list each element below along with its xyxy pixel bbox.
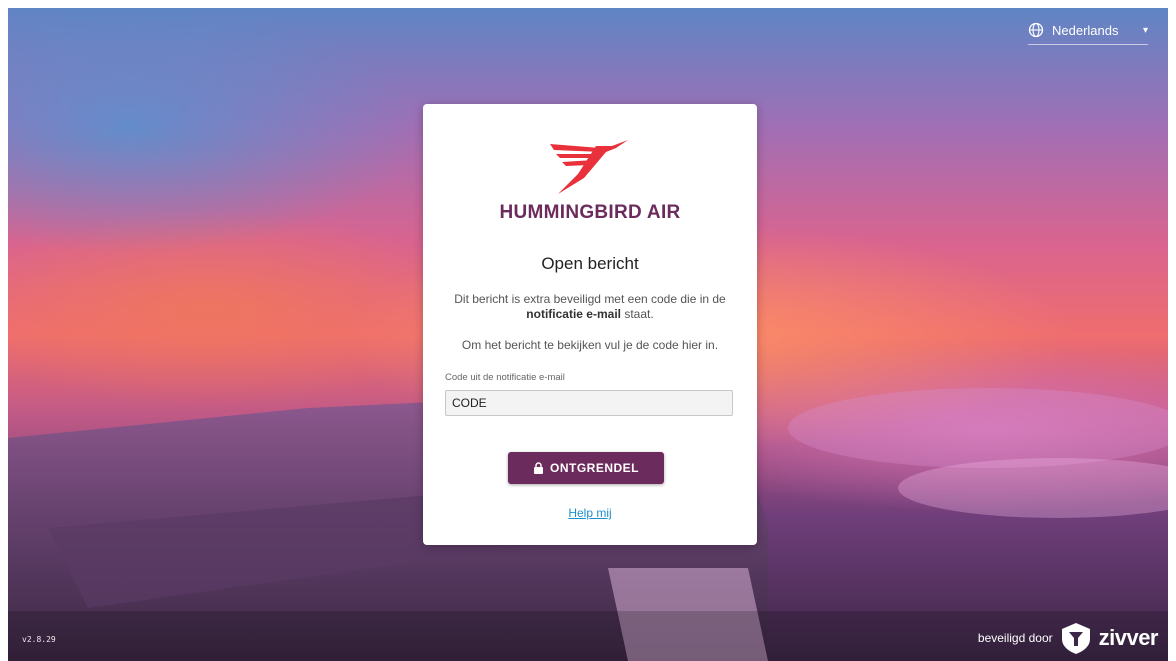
unlock-button[interactable]: ONTGRENDEL — [508, 452, 664, 484]
description-end: staat. — [624, 307, 654, 321]
zivver-logo-icon — [1061, 623, 1090, 654]
language-selector[interactable]: Nederlands ▾ — [1028, 16, 1148, 45]
footer: v2.8.29 beveiligd door zivver — [8, 611, 1168, 661]
unlock-button-label: ONTGRENDEL — [550, 461, 639, 475]
version-label: v2.8.29 — [22, 635, 56, 644]
secured-by-label: beveiligd door — [977, 631, 1053, 645]
secured-by: beveiligd door zivver — [977, 621, 1159, 655]
description-text: Dit bericht is extra beveiligd met een c… — [454, 292, 726, 306]
description-bold: notificatie e-mail — [526, 307, 621, 321]
card-title: Open bericht — [541, 254, 639, 273]
chevron-down-icon: ▾ — [1142, 24, 1148, 36]
globe-icon — [1028, 22, 1044, 38]
login-card: HUMMINGBIRD AIR Open bericht Dit bericht… — [423, 104, 757, 545]
instruction: Om het bericht te bekijken vul je de cod… — [461, 338, 719, 352]
code-field-label: Code uit de notificatie e-mail — [445, 372, 565, 383]
hummingbird-logo-icon — [550, 140, 628, 194]
code-input[interactable] — [445, 390, 733, 416]
lock-icon — [534, 462, 543, 474]
background: Nederlands ▾ HUMMINGBIRD AIR Open berich… — [8, 8, 1168, 661]
zivver-wordmark: zivver — [1098, 625, 1159, 650]
brand-name: HUMMINGBIRD AIR — [499, 202, 681, 223]
description: Dit bericht is extra beveiligd met een c… — [443, 292, 737, 322]
language-label: Nederlands — [1052, 22, 1119, 38]
help-link[interactable]: Help mij — [423, 506, 757, 520]
